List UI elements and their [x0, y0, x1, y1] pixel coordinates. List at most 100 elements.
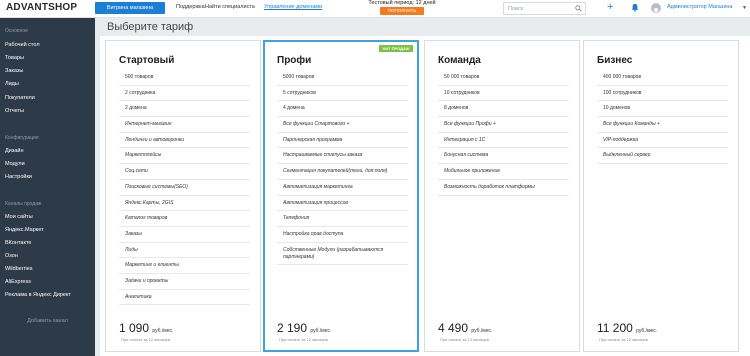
- feature-item: 100 сотрудников: [597, 86, 728, 102]
- feature-item: Возможность доработок платформы: [438, 180, 569, 196]
- feature-item: Маркетинг и клиенты: [119, 258, 250, 274]
- plan-title: Бизнес: [597, 55, 633, 66]
- feature-item: Соц.сети: [119, 164, 250, 180]
- plan-card-starter[interactable]: Стартовый 500 товаров 2 сотрудника 2 дом…: [105, 40, 261, 352]
- sidebar-item-modules[interactable]: Модули: [5, 161, 25, 167]
- feature-item: Поисковые системы(SEO): [119, 180, 250, 196]
- feature-item: Собственные Модули (разрабатываются парт…: [277, 243, 408, 265]
- price-unit: руб./мес.: [636, 328, 658, 334]
- price-value: 2 190: [277, 321, 308, 335]
- feature-item: Лиды: [119, 243, 250, 259]
- feature-item: Заказы: [119, 227, 250, 243]
- sidebar-section-main: Основное: [5, 28, 28, 34]
- feature-item: Автоматизация процессов: [277, 196, 408, 212]
- plan-price: 4 490 руб./мес.: [438, 321, 492, 335]
- sidebar: Основное Рабочий стол Товары Заказы Лиды…: [0, 18, 95, 356]
- feature-item: 2 сотрудника: [119, 86, 250, 102]
- store-button[interactable]: Витрина магазина: [95, 2, 165, 14]
- sidebar-section-channels: Каналы продаж: [5, 201, 42, 207]
- sidebar-item-vkontakte[interactable]: ВКонтакте: [5, 240, 31, 246]
- top-bar: ADVANTSHOP Витрина магазина Поддержка На…: [0, 0, 750, 18]
- trial-info: Тестовый период: 12 дней ПОПОЛНИТЬ: [352, 0, 452, 15]
- price-note: При оплате за 12 месяцев: [121, 337, 170, 342]
- feature-list: 50 000 товаров 10 сотрудников 8 доменов …: [438, 70, 569, 196]
- plan-card-pro[interactable]: ХИТ ПРОДАЖ Профи 5000 товаров 5 сотрудни…: [263, 40, 419, 352]
- sidebar-item-settings[interactable]: Настройки: [5, 174, 32, 180]
- sidebar-item-products[interactable]: Товары: [5, 55, 24, 61]
- price-value: 11 200: [597, 321, 633, 335]
- search-icon[interactable]: [575, 5, 582, 12]
- plan-card-team[interactable]: Команда 50 000 товаров 10 сотрудников 8 …: [424, 40, 580, 352]
- sidebar-item-dashboard[interactable]: Рабочий стол: [5, 42, 40, 48]
- add-channel-button[interactable]: Добавить канал: [0, 318, 95, 324]
- bestseller-badge: ХИТ ПРОДАЖ: [379, 45, 413, 52]
- feature-item: Автоматизация маркетинга: [277, 180, 408, 196]
- feature-item: Все функции Профи +: [438, 117, 569, 133]
- sidebar-item-design[interactable]: Дизайн: [5, 148, 24, 154]
- nav-find-specialist[interactable]: Найти специалиста: [205, 4, 255, 10]
- feature-item: Каталог товаров: [119, 211, 250, 227]
- plan-title: Стартовый: [119, 55, 175, 66]
- feature-item: 400 000 товаров: [597, 70, 728, 86]
- feature-item: 2 домена: [119, 101, 250, 118]
- feature-list: 5000 товаров 5 сотрудников 4 домена Все …: [277, 70, 408, 265]
- plan-card-business[interactable]: Бизнес 400 000 товаров 100 сотрудников 1…: [583, 40, 739, 352]
- feature-item: 8 доменов: [438, 101, 569, 118]
- sidebar-item-yandex-direct[interactable]: Реклама в Яндекс Директ: [5, 292, 71, 298]
- feature-item: Задачи и проекты: [119, 274, 250, 290]
- plan-price: 2 190 руб./мес.: [277, 321, 331, 335]
- nav-domains[interactable]: Управление доменами: [264, 4, 322, 10]
- sidebar-item-my-sites[interactable]: Мои сайты: [5, 214, 33, 220]
- feature-item: Интеграция с 1С: [438, 133, 569, 149]
- price-note: При оплате за 12 месяцев: [599, 337, 648, 342]
- feature-item: 10 доменов: [597, 101, 728, 118]
- feature-item: Бонусная система: [438, 148, 569, 165]
- feature-item: 5 сотрудников: [277, 86, 408, 102]
- sidebar-item-aliexpress[interactable]: AliExpress: [5, 279, 31, 285]
- logo[interactable]: ADVANTSHOP: [6, 2, 77, 13]
- plan-title: Профи: [277, 55, 312, 66]
- trial-text: Тестовый период: 12 дней: [368, 0, 436, 6]
- topup-button[interactable]: ПОПОЛНИТЬ: [380, 7, 424, 15]
- feature-item: Выделенный сервер: [597, 148, 728, 165]
- search-input[interactable]: Поиск: [503, 2, 586, 15]
- sidebar-section-config: Конфигурация: [5, 135, 39, 141]
- feature-item: Все функции Стартового +: [277, 117, 408, 133]
- feature-item: Настройка прав доступа: [277, 227, 408, 243]
- search-placeholder: Поиск: [508, 6, 524, 12]
- feature-item: 4 домена: [277, 101, 408, 118]
- feature-list: 400 000 товаров 100 сотрудников 10 домен…: [597, 70, 728, 165]
- feature-item: 500 товаров: [119, 70, 250, 86]
- sidebar-item-wildberries[interactable]: Wildberries: [5, 266, 33, 272]
- bell-icon[interactable]: [631, 3, 639, 12]
- feature-item: VIP-поддержка: [597, 133, 728, 149]
- plus-icon[interactable]: +: [607, 2, 613, 13]
- sidebar-item-leads[interactable]: Лиды: [5, 81, 19, 87]
- price-note: При оплате за 12 месяцев: [279, 337, 328, 342]
- feature-item: Партнерская программа: [277, 133, 408, 149]
- plan-price: 11 200 руб./мес.: [597, 321, 657, 335]
- admin-name[interactable]: Администратор Магазина: [667, 4, 732, 10]
- plan-price: 1 090 руб./мес.: [119, 321, 173, 335]
- feature-item: Интернет-магазин: [119, 117, 250, 133]
- price-unit: руб./мес.: [152, 328, 174, 334]
- chevron-down-icon[interactable]: ▼: [742, 5, 747, 11]
- sidebar-item-reports[interactable]: Отчеты: [5, 108, 24, 114]
- price-unit: руб./мес.: [310, 328, 332, 334]
- avatar[interactable]: [651, 3, 661, 13]
- sidebar-item-yandex-market[interactable]: Яндекс.Маркет: [5, 227, 44, 233]
- feature-item: 50 000 товаров: [438, 70, 569, 86]
- sidebar-item-customers[interactable]: Покупатели: [5, 95, 35, 101]
- sidebar-item-ozon[interactable]: Озон: [5, 253, 18, 259]
- feature-list: 500 товаров 2 сотрудника 2 домена Интерн…: [119, 70, 250, 306]
- user-icon: [654, 8, 658, 13]
- feature-item: 10 сотрудников: [438, 86, 569, 102]
- feature-item: Все функции Команды +: [597, 117, 728, 133]
- page-title: Выберите тариф: [107, 21, 194, 33]
- feature-item: Аналитика: [119, 290, 250, 306]
- feature-item: Телефония: [277, 211, 408, 227]
- sidebar-item-orders[interactable]: Заказы: [5, 68, 23, 74]
- nav-support[interactable]: Поддержка: [176, 4, 205, 10]
- feature-item: Мобильное приложение: [438, 164, 569, 180]
- feature-item: Лендинги и автоворонки: [119, 133, 250, 149]
